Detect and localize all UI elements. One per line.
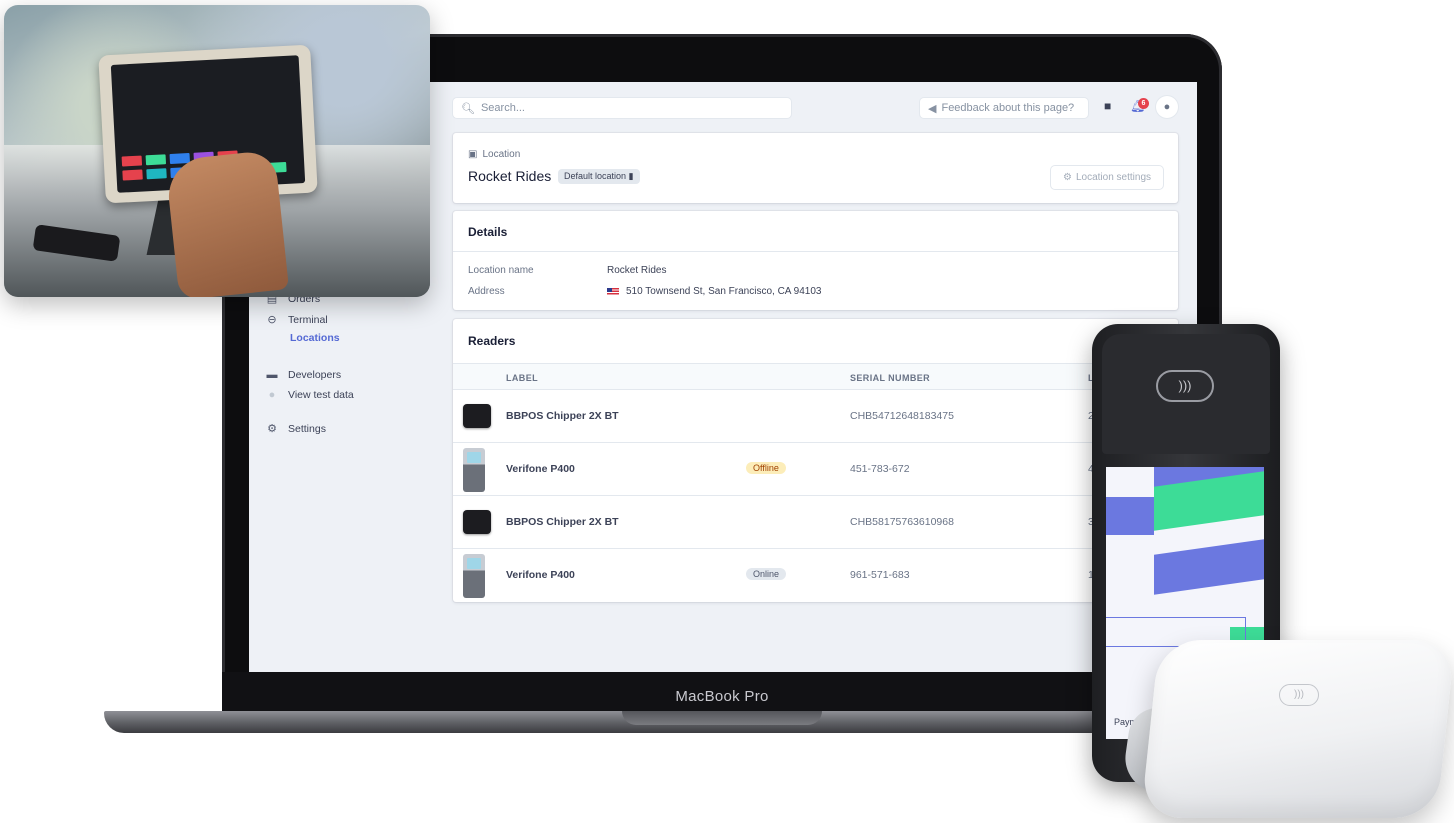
pos-tile [145,154,167,166]
verifone-reader-image [463,448,485,492]
tablet-pos-photo [4,5,430,297]
location-settings-button[interactable]: ⚙ Location settings [1051,166,1163,189]
info-icon: ▮ [628,171,634,181]
verifone-reader-image [463,554,485,598]
sidebar-item-settings[interactable]: ⚙ Settings [266,422,326,436]
terminal-window-icon: ▬ [266,369,278,381]
reader-serial: CHB58175763610968 [850,516,954,528]
bbpos-reader-image [463,404,491,428]
details-card: Details Location name Rocket Rides Addre… [453,211,1178,310]
megaphone-icon: ◀ [928,102,937,115]
feedback-button[interactable]: ◀ Feedback about this page? [920,98,1088,118]
location-name-label: Location name [468,265,534,276]
sidebar-item-view-test-data[interactable]: ● View test data [266,389,354,401]
terminal-icon: ⊖ [267,314,277,326]
address-value: 510 Townsend St, San Francisco, CA 94103 [607,286,822,297]
column-serial-number: SERIAL NUMBER [850,373,931,383]
sidebar-item-label: Settings [288,422,326,435]
page-title: Rocket Rides [468,168,552,184]
address-label: Address [468,286,505,297]
sidebar-item-label: Developers [288,369,342,381]
column-label: LABEL [506,373,538,383]
toggle-icon[interactable]: ● [266,389,278,401]
location-kicker: ▣ Location [468,149,520,160]
user-icon: ● [1163,101,1171,113]
sidebar-item-locations[interactable]: Locations [290,332,340,344]
reader-label: BBPOS Chipper 2X BT [506,410,619,422]
notification-badge: 6 [1138,98,1149,109]
default-location-label: Default location [564,171,627,181]
screen-shape [1154,539,1264,595]
status-badge: Online [746,568,787,580]
sidebar-item-label: Terminal [288,313,328,326]
pos-tile [121,155,143,167]
address-text: 510 Townsend St, San Francisco, CA 94103 [626,286,822,297]
reader-label: BBPOS Chipper 2X BT [506,516,619,528]
card-reader [1140,640,1454,818]
gear-icon: ⚙ [1062,172,1072,183]
table-row[interactable]: BBPOS Chipper 2X BT CHB58175763610968 3 [453,496,1178,549]
contactless-icon: ))) [1279,684,1319,706]
search-placeholder: Search... [480,102,525,114]
details-heading: Details [468,225,508,239]
table-header: LABEL SERIAL NUMBER L [453,363,1178,390]
table-row[interactable]: Verifone P400 Offline 451-783-672 4 [453,443,1178,496]
search-icon: 🔍︎ [461,102,475,115]
us-flag-icon [607,287,619,296]
avatar[interactable]: ● [1156,96,1178,118]
location-name-text: Rocket Rides [607,265,667,276]
sidebar-item-developers[interactable]: ▬ Developers [266,369,342,381]
sidebar-item-terminal[interactable]: ⊖ Terminal [266,313,328,327]
reader-serial: 961-571-683 [850,569,910,581]
reader-serial: CHB54712648183475 [850,410,954,422]
divider [453,251,1178,252]
contactless-icon: ))) [1156,370,1214,402]
default-location-badge: Default location ▮ [558,169,640,184]
reader-label: Verifone P400 [506,463,575,475]
search-input[interactable]: 🔍︎ Search... [453,98,791,118]
table-row[interactable]: Verifone P400 Online 961-571-683 1 [453,549,1178,602]
readers-card: Readers LABEL SERIAL NUMBER L BBPOS Chip… [453,319,1178,602]
reader-label: Verifone P400 [506,569,575,581]
laptop-brand: MacBook Pro [675,688,769,705]
location-header-card: ▣ Location Rocket Rides Default location… [453,133,1178,203]
location-name-value: Rocket Rides [607,265,666,276]
hand [164,149,290,297]
docs-book-icon[interactable]: ■ [1104,99,1111,113]
feedback-label: Feedback about this page? [941,102,1075,114]
table-row[interactable]: BBPOS Chipper 2X BT CHB54712648183475 2 [453,390,1178,443]
gear-icon: ⚙ [267,423,277,435]
reader-serial: 451-783-672 [850,463,910,475]
location-kicker-label: Location [482,149,521,160]
pos-tile [146,168,167,180]
calendar-icon: ▣ [468,149,478,160]
status-badge: Offline [746,462,786,474]
screen-shape [1106,497,1154,535]
pos-tile [122,169,143,181]
location-settings-label: Location settings [1075,172,1152,183]
readers-heading: Readers [468,334,516,348]
bbpos-reader-image [463,510,491,534]
laptop-notch [622,711,822,725]
sidebar-item-label: View test data [288,389,354,401]
